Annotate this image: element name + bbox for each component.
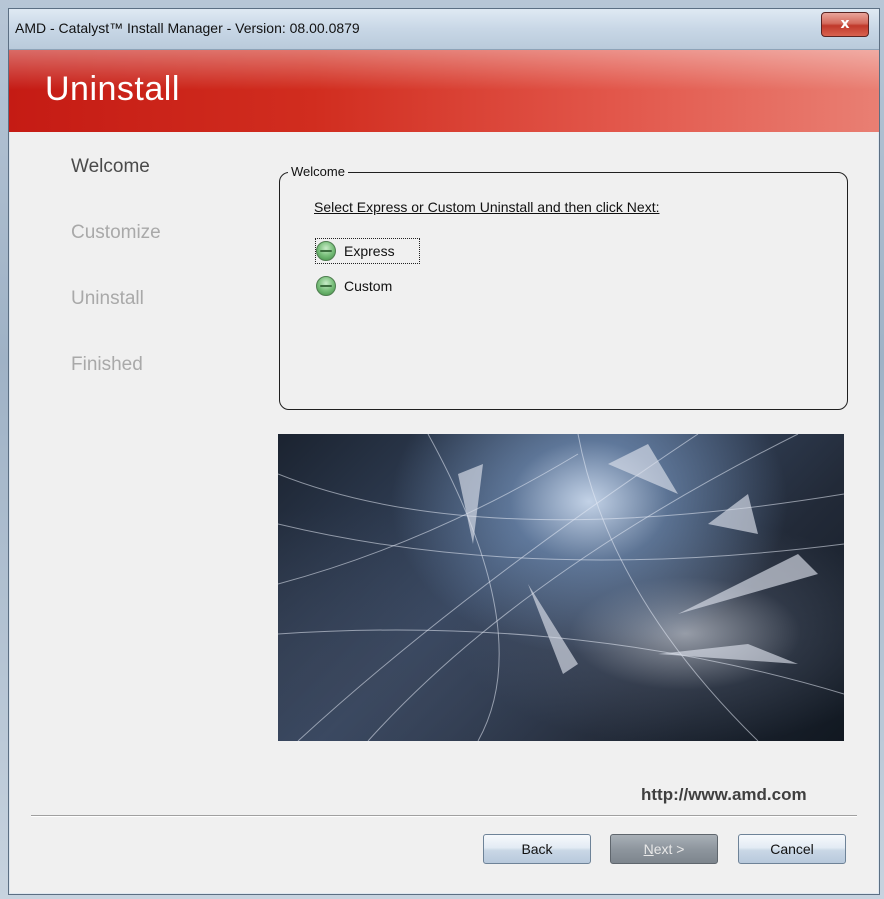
step-finished: Finished	[71, 354, 143, 375]
amd-website-link[interactable]: http://www.amd.com	[641, 785, 807, 805]
custom-label: Custom	[344, 278, 393, 294]
welcome-groupbox: Welcome Select Express or Custom Uninsta…	[279, 164, 848, 410]
groupbox-legend: Welcome	[288, 164, 348, 179]
custom-radio-option[interactable]: Custom	[316, 274, 392, 298]
instruction-text: Select Express or Custom Uninstall and t…	[314, 199, 660, 215]
step-welcome: Welcome	[71, 156, 150, 177]
wizard-steps: Welcome Customize Uninstall Finished	[71, 156, 161, 420]
next-label: ext >	[653, 841, 685, 857]
next-accelerator: N	[643, 841, 654, 857]
step-uninstall: Uninstall	[71, 288, 144, 309]
express-radio-option[interactable]: Express	[315, 238, 420, 264]
next-button[interactable]: Next >	[610, 834, 718, 864]
close-icon: x	[840, 16, 850, 32]
decorative-artwork	[278, 434, 844, 741]
radio-button-icon[interactable]	[316, 241, 336, 261]
title-bar[interactable]: AMD - Catalyst™ Install Manager - Versio…	[9, 9, 879, 50]
express-label: Express	[344, 243, 395, 259]
header-banner: Uninstall	[9, 50, 879, 132]
installer-window: AMD - Catalyst™ Install Manager - Versio…	[8, 8, 880, 895]
window-title: AMD - Catalyst™ Install Manager - Versio…	[15, 20, 360, 36]
cancel-button[interactable]: Cancel	[738, 834, 846, 864]
artwork-graphic	[278, 434, 844, 741]
page-title: Uninstall	[45, 70, 180, 108]
back-button[interactable]: Back	[483, 834, 591, 864]
step-customize: Customize	[71, 222, 161, 243]
footer-divider	[31, 815, 857, 817]
close-button[interactable]: x	[821, 12, 869, 37]
radio-button-icon[interactable]	[316, 276, 336, 296]
